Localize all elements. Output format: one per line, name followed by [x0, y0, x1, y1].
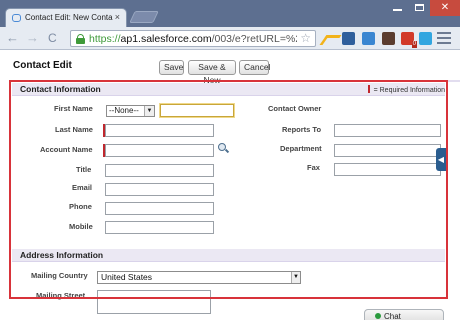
browser-tab[interactable]: Contact Edit: New Contac ×	[5, 8, 127, 27]
forward-arrow-icon[interactable]: →	[26, 31, 39, 45]
extension-tag-icon[interactable]	[342, 32, 355, 45]
maximize-icon	[414, 4, 424, 11]
browser-menu-icon[interactable]	[437, 32, 451, 45]
url-scheme: https://	[89, 33, 121, 45]
extension-bird-icon[interactable]	[419, 32, 432, 45]
minimize-button[interactable]	[386, 0, 408, 16]
online-status-icon	[375, 313, 381, 319]
edit-header: Contact Edit Save Save & New Cancel	[0, 51, 460, 85]
reload-icon[interactable]: C	[48, 31, 57, 45]
maximize-button[interactable]	[408, 0, 430, 16]
extension-map-icon[interactable]	[362, 32, 375, 45]
url-host: ap1.salesforce.com	[120, 33, 212, 45]
address-bar[interactable]: https://ap1.salesforce.com/003/e?retURL=…	[70, 30, 316, 47]
url-text[interactable]: https://ap1.salesforce.com/003/e?retURL=…	[89, 32, 297, 46]
browser-toolbar: ← → C https://ap1.salesforce.com/003/e?r…	[0, 27, 460, 50]
minimize-icon	[392, 9, 402, 11]
cancel-button[interactable]: Cancel	[239, 60, 270, 75]
chat-bubble-icon	[12, 14, 21, 22]
highlight-outline	[9, 80, 448, 299]
window-close-button[interactable]: ✕	[430, 0, 460, 16]
bookmark-star-icon[interactable]: ☆	[300, 31, 311, 46]
extension-mail-icon[interactable]: 0	[401, 32, 417, 48]
tab-close-icon[interactable]: ×	[115, 12, 120, 22]
save-and-new-button[interactable]: Save & New	[188, 60, 236, 85]
new-tab-button[interactable]	[129, 11, 159, 23]
page-title: Contact Edit	[13, 60, 72, 71]
browser-titlebar: Contact Edit: New Contac × ✕	[0, 0, 460, 27]
extension-bookmark-icon[interactable]	[382, 32, 395, 45]
extension-sparkle-icon[interactable]	[322, 32, 335, 45]
chat-label: Chat	[384, 312, 401, 320]
url-path: /003/e?retURL=%2F003%	[211, 33, 297, 45]
back-arrow-icon[interactable]: ←	[6, 31, 19, 45]
side-panel-toggle[interactable]: ◀	[436, 148, 446, 171]
chat-button[interactable]: Chat	[364, 309, 444, 320]
save-button[interactable]: Save	[159, 60, 184, 75]
lock-icon	[76, 34, 85, 44]
tab-title: Contact Edit: New Contac	[25, 13, 113, 22]
extension-badge: 0	[411, 41, 417, 48]
